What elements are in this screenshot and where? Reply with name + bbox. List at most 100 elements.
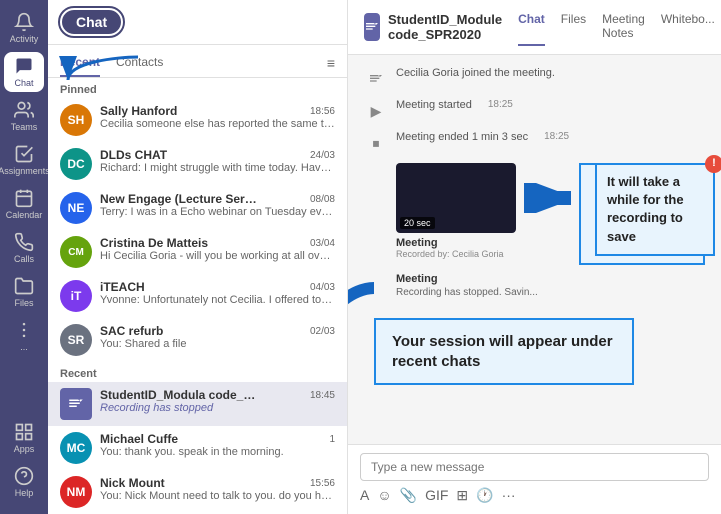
message-input-area: A ☺ 📎 GIF ⊞ 🕐 ··· bbox=[348, 444, 721, 514]
chat-name: iTEACH bbox=[100, 280, 145, 294]
sidebar-item-files[interactable]: Files bbox=[4, 272, 44, 312]
tab-meeting-notes[interactable]: Meeting Notes bbox=[602, 8, 645, 46]
schedule-icon[interactable]: 🕐 bbox=[476, 487, 493, 504]
avatar: NE bbox=[60, 192, 92, 224]
chat-item-sally[interactable]: SH Sally Hanford 18:56 Cecilia someone e… bbox=[48, 98, 347, 142]
sidebar-item-apps[interactable]: Apps bbox=[4, 418, 44, 458]
chat-time: 1 bbox=[329, 434, 335, 445]
chat-time: 24/03 bbox=[310, 150, 335, 161]
sidebar-item-calls[interactable]: Calls bbox=[4, 228, 44, 268]
avatar: MC bbox=[60, 432, 92, 464]
chat-info: Sally Hanford 18:56 Cecilia someone else… bbox=[100, 104, 335, 130]
avatar: DC bbox=[60, 148, 92, 180]
format-icon[interactable]: A bbox=[360, 487, 369, 504]
annotation-session: Your session will appear under recent ch… bbox=[374, 318, 634, 385]
chat-item-michael[interactable]: MC Michael Cuffe 1 You: thank you. speak… bbox=[48, 426, 347, 470]
recording-stopped-row: Meeting Recording has stopped. Savin... bbox=[396, 273, 705, 298]
start-text: Meeting started bbox=[396, 99, 472, 111]
tab-contacts[interactable]: Contacts bbox=[116, 49, 163, 77]
chat-preview: Richard: I might struggle with time toda… bbox=[100, 162, 335, 174]
chat-panel: Chat Recent Contacts ≡ Pinned SH Sally H… bbox=[48, 0, 348, 514]
recent-section-label: Recent bbox=[48, 362, 347, 382]
message-input[interactable] bbox=[360, 453, 709, 481]
sticker-icon[interactable]: ⊞ bbox=[456, 487, 468, 504]
chat-item-nick[interactable]: NM Nick Mount 15:56 You: Nick Mount need… bbox=[48, 470, 347, 514]
chat-name: DLDs CHAT bbox=[100, 148, 167, 162]
end-text: Meeting ended 1 min 3 sec bbox=[396, 131, 528, 143]
message-ended: ⏹ Meeting ended 1 min 3 sec 18:25 bbox=[364, 131, 705, 155]
recording-subtitle: Recorded by: Cecilia Goria bbox=[396, 249, 516, 259]
start-time: 18:25 bbox=[488, 99, 513, 110]
tab-chat[interactable]: Chat bbox=[518, 8, 545, 46]
avatar: SH bbox=[60, 104, 92, 136]
chat-time: 18:56 bbox=[310, 106, 335, 117]
meeting-title: StudentID_Module code_SPR2020 bbox=[388, 12, 502, 42]
chat-tabs: Recent Contacts ≡ bbox=[48, 45, 347, 78]
chat-info: StudentID_Modula code_SPR2020 18:45 Reco… bbox=[100, 388, 335, 414]
message-started: ▶ Meeting started 18:25 bbox=[364, 99, 705, 123]
tab-whiteboard[interactable]: Whitebo... bbox=[661, 8, 715, 46]
chat-item-sac[interactable]: SR SAC refurb 02/03 You: Shared a file bbox=[48, 318, 347, 362]
chat-info: Cristina De Matteis 03/04 Hi Cecilia Gor… bbox=[100, 236, 335, 262]
end-icon: ⏹ bbox=[364, 131, 388, 155]
sidebar-item-chat[interactable]: Chat bbox=[4, 52, 44, 92]
recording-title: Meeting bbox=[396, 237, 516, 249]
video-thumbnail[interactable]: 20 sec bbox=[396, 163, 516, 233]
chat-item-dlds[interactable]: DC DLDs CHAT 24/03 Richard: I might stru… bbox=[48, 142, 347, 186]
more-options-icon[interactable]: ··· bbox=[502, 487, 516, 504]
chat-name: Nick Mount bbox=[100, 476, 165, 490]
recording-stopped-title: Meeting bbox=[396, 273, 438, 285]
chat-item-iteach[interactable]: iT iTEACH 04/03 Yvonne: Unfortunately no… bbox=[48, 274, 347, 318]
sidebar-item-help[interactable]: Help bbox=[4, 462, 44, 502]
chat-name: StudentID_Modula code_SPR2020 bbox=[100, 388, 260, 402]
chat-time: 08/08 bbox=[310, 194, 335, 205]
chat-preview: Terry: I was in a Echo webinar on Tuesda… bbox=[100, 206, 335, 218]
avatar: CM bbox=[60, 236, 92, 268]
sidebar-item-activity[interactable]: Activity bbox=[4, 8, 44, 48]
chat-info: New Engage (Lecture Services) Board 08/0… bbox=[100, 192, 335, 218]
chat-preview: You: thank you. speak in the morning. bbox=[100, 446, 335, 458]
chat-panel-header: Chat bbox=[48, 0, 347, 45]
sidebar-item-calendar[interactable]: Calendar bbox=[4, 184, 44, 224]
sidebar-item-assignments[interactable]: Assignments bbox=[4, 140, 44, 180]
avatar: SR bbox=[60, 324, 92, 356]
chat-preview: You: Nick Mount need to talk to you. do … bbox=[100, 490, 335, 502]
sidebar-item-more[interactable]: ... bbox=[4, 316, 44, 356]
chat-info: Nick Mount 15:56 You: Nick Mount need to… bbox=[100, 476, 335, 502]
end-time: 18:25 bbox=[544, 131, 569, 142]
chat-name: New Engage (Lecture Services) Board bbox=[100, 192, 260, 206]
chat-time: 04/03 bbox=[310, 282, 335, 293]
avatar: iT bbox=[60, 280, 92, 312]
chat-item-studentid[interactable]: StudentID_Modula code_SPR2020 18:45 Reco… bbox=[48, 382, 347, 426]
tab-files[interactable]: Files bbox=[561, 8, 586, 46]
tab-recent[interactable]: Recent bbox=[60, 49, 100, 77]
chat-preview: Hi Cecilia Goria - will you be working a… bbox=[100, 250, 335, 262]
chat-preview: Yvonne: Unfortunately not Cecilia. I off… bbox=[100, 294, 335, 306]
chat-preview-recording: Recording has stopped bbox=[100, 402, 335, 414]
chat-item-new-engage[interactable]: NE New Engage (Lecture Services) Board 0… bbox=[48, 186, 347, 230]
chat-preview: Cecilia someone else has reported the sa… bbox=[100, 118, 335, 130]
chat-time: 18:45 bbox=[310, 390, 335, 401]
main-body: Cecilia Goria joined the meeting. ▶ Meet… bbox=[348, 55, 721, 444]
right-arrow-decoration bbox=[524, 183, 571, 213]
chat-preview: You: Shared a file bbox=[100, 338, 335, 350]
start-icon: ▶ bbox=[364, 99, 388, 123]
chat-info: DLDs CHAT 24/03 Richard: I might struggl… bbox=[100, 148, 335, 174]
main-header: StudentID_Module code_SPR2020 Chat Files… bbox=[348, 0, 721, 55]
gif-icon[interactable]: GIF bbox=[425, 487, 448, 504]
avatar: NM bbox=[60, 476, 92, 508]
sidebar-item-teams[interactable]: Teams bbox=[4, 96, 44, 136]
chat-info: iTEACH 04/03 Yvonne: Unfortunately not C… bbox=[100, 280, 335, 306]
chat-name: Sally Hanford bbox=[100, 104, 177, 118]
chat-time: 03/04 bbox=[310, 238, 335, 249]
filter-icon[interactable]: ≡ bbox=[327, 49, 335, 77]
chat-name: SAC refurb bbox=[100, 324, 163, 338]
pinned-section-label: Pinned bbox=[48, 78, 347, 98]
attach-icon[interactable]: 📎 bbox=[400, 487, 417, 504]
chat-title: Chat bbox=[60, 8, 123, 36]
chat-name: Michael Cuffe bbox=[100, 432, 178, 446]
chat-item-cristina[interactable]: CM Cristina De Matteis 03/04 Hi Cecilia … bbox=[48, 230, 347, 274]
chat-time: 02/03 bbox=[310, 326, 335, 337]
emoji-icon[interactable]: ☺ bbox=[377, 487, 391, 504]
session-arrow-decoration bbox=[348, 278, 394, 348]
